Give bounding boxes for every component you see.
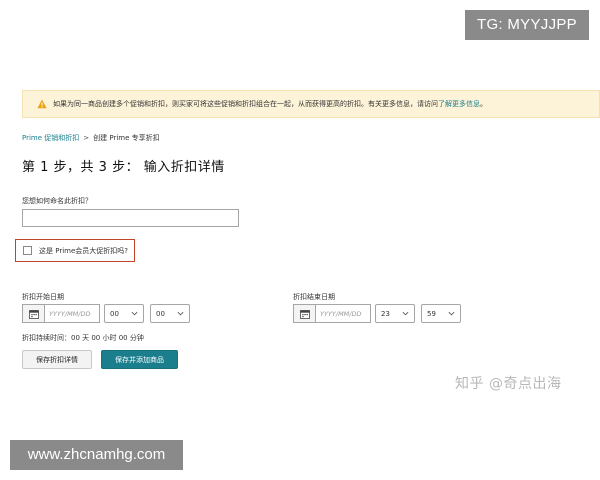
warning-icon <box>37 99 47 109</box>
save-and-add-products-button[interactable]: 保存并添加商品 <box>101 350 178 369</box>
chevron-down-icon <box>131 311 138 316</box>
site-watermark: www.zhcnamhg.com <box>10 440 183 470</box>
prime-event-checkbox-row[interactable]: 这是 Prime会员大促折扣吗? <box>15 239 135 262</box>
zhihu-watermark: 知乎 @奇点出海 <box>455 376 562 392</box>
start-date-input[interactable]: YYYY/MM/DD <box>44 304 100 323</box>
breadcrumb-separator: > <box>83 134 90 142</box>
tg-watermark: TG: MYYJJPP <box>465 10 589 40</box>
learn-more-link[interactable]: 了解更多信息 <box>438 99 480 109</box>
end-date-picker[interactable]: YYYY/MM/DD <box>293 304 371 323</box>
prime-event-checkbox[interactable] <box>23 246 32 255</box>
start-hour-select[interactable]: 00 <box>104 304 144 323</box>
calendar-icon[interactable] <box>22 304 44 323</box>
start-hour-value: 00 <box>110 309 119 318</box>
chevron-down-icon <box>402 311 409 316</box>
calendar-icon[interactable] <box>293 304 315 323</box>
start-date-label: 折扣开始日期 <box>22 293 64 301</box>
prime-event-checkbox-label: 这是 Prime会员大促折扣吗? <box>39 246 128 255</box>
breadcrumb-current: 创建 Prime 专享折扣 <box>93 134 160 142</box>
end-date-label: 折扣结束日期 <box>293 293 335 301</box>
discount-name-input[interactable] <box>22 209 239 227</box>
page-title: 第 1 步，共 3 步： 输入折扣详情 <box>22 160 225 175</box>
chevron-down-icon <box>177 311 184 316</box>
end-hour-value: 23 <box>381 309 390 318</box>
info-alert: 如果为同一商品创建多个促销和折扣，则买家可将这些促销和折扣组合在一起，从而获得更… <box>22 90 600 118</box>
breadcrumb-prime-promotions[interactable]: Prime 促销和折扣 <box>22 134 79 142</box>
end-date-input[interactable]: YYYY/MM/DD <box>315 304 371 323</box>
alert-tail: 。 <box>480 100 487 108</box>
start-minute-value: 00 <box>156 309 165 318</box>
chevron-down-icon <box>448 311 455 316</box>
save-details-button[interactable]: 保存折扣详情 <box>22 350 92 369</box>
breadcrumb: Prime 促销和折扣 > 创建 Prime 专享折扣 <box>22 133 160 143</box>
name-field-label: 您想如何命名此折扣？ <box>22 197 92 205</box>
start-date-picker[interactable]: YYYY/MM/DD <box>22 304 100 323</box>
end-minute-select[interactable]: 59 <box>421 304 461 323</box>
alert-text: 如果为同一商品创建多个促销和折扣，则买家可将这些促销和折扣组合在一起，从而获得更… <box>53 100 438 108</box>
end-hour-select[interactable]: 23 <box>375 304 415 323</box>
discount-duration: 折扣持续时间：00 天 00 小时 00 分钟 <box>22 334 144 342</box>
start-minute-select[interactable]: 00 <box>150 304 190 323</box>
end-minute-value: 59 <box>427 309 436 318</box>
